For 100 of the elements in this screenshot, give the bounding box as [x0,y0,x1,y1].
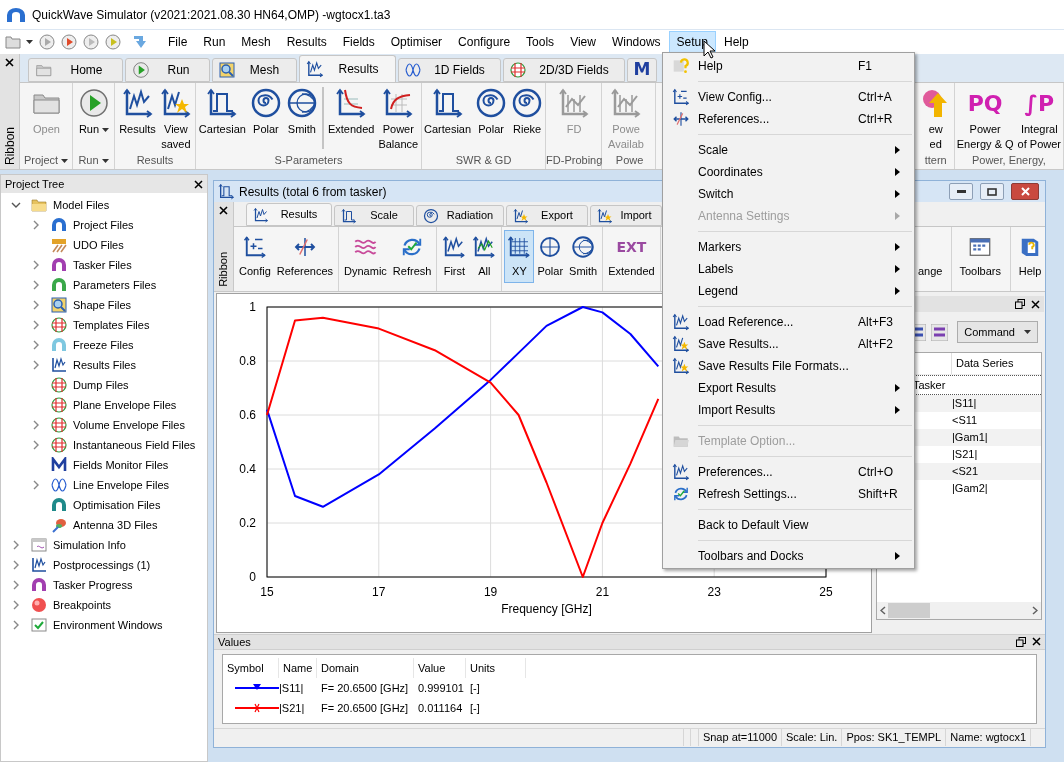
menu-item[interactable]: Scale [663,139,914,161]
ribbon-button[interactable]: PQ Power Energy & Q [954,83,1016,152]
arrow-icon[interactable] [132,34,148,50]
ribbon-button[interactable]: EXT Extended [605,230,658,283]
ribbon-tab[interactable]: Results [246,203,332,226]
ribbon-button[interactable]: Config [236,230,274,283]
horizontal-scrollbar[interactable] [877,602,1041,619]
ribbon-button[interactable]: ∫P Integral of Power [1015,83,1063,152]
ribbon-tab[interactable]: Home [28,58,123,82]
menu-item[interactable]: Windows [603,31,669,53]
menu-item[interactable]: Run [195,31,234,53]
menu-item[interactable]: File [160,31,196,53]
close-icon[interactable] [5,58,14,67]
tree-item[interactable]: Freeze Files [73,336,134,354]
ribbon-tab[interactable]: Radiation [416,205,504,226]
tree-item[interactable]: Tasker Progress [53,576,133,594]
tree-item[interactable]: Results Files [73,356,136,374]
menu-item[interactable]: Setup [668,31,716,53]
menu-item[interactable]: Coordinates [663,161,914,183]
ribbon-button[interactable]: Extended [325,83,377,137]
menu-item[interactable]: Labels [663,258,914,280]
table-cell[interactable]: |Gam2| [952,480,988,497]
tree-item[interactable]: Shape Files [73,296,132,314]
menu-item[interactable]: Mesh [233,31,279,53]
tree-item[interactable]: Tasker Files [73,256,132,274]
tree-item[interactable]: Optimisation Files [73,496,161,514]
ribbon-button[interactable]: ew ed [917,83,954,152]
tree-item[interactable]: Volume Envelope Files [73,416,185,434]
ribbon-tab[interactable]: Scale [334,205,414,226]
menu-item[interactable]: Load Reference... Alt+F3 [663,311,914,333]
ribbon-button[interactable]: Cartesian [196,83,248,137]
close-button[interactable] [1011,183,1039,200]
menu-item[interactable]: Preferences... Ctrl+O [663,461,914,483]
ribbon-button[interactable]: Toolbars [956,230,1004,283]
menu-item[interactable]: Save Results File Formats... [663,355,914,377]
ribbon-button[interactable]: Polar [473,83,510,137]
tree-item[interactable]: Breakpoints [53,596,112,614]
tree-item[interactable]: UDO Files [73,236,124,254]
menu-item[interactable]: Legend [663,280,914,302]
ribbon-button[interactable]: Cartesian [422,83,474,137]
scroll-left-icon[interactable] [880,606,886,615]
ribbon-button[interactable]: View saved [157,83,194,152]
run-control-icon[interactable] [105,34,121,50]
series-icon[interactable] [931,323,949,341]
table-cell[interactable]: |S21| [952,446,978,463]
menu-item[interactable]: Toolbars and Docks [663,545,914,567]
ribbon-button[interactable]: Smith [283,83,320,137]
ribbon-tab[interactable]: Import [590,205,662,226]
menu-item[interactable]: Configure [450,31,519,53]
close-icon[interactable] [1032,637,1041,646]
ribbon-button[interactable]: First [439,230,470,283]
tree-item[interactable]: Postprocessings (1) [53,556,151,574]
tree-item[interactable]: Parameters Files [73,276,157,294]
column-header[interactable]: Value [414,658,466,678]
restore-icon[interactable] [1015,299,1025,309]
tree-item[interactable]: Project Files [73,216,134,234]
ribbon-button[interactable]: Refresh [389,230,435,283]
minimize-button[interactable] [949,183,973,200]
column-header[interactable]: Name [279,658,317,678]
ribbon-tab[interactable]: Export [506,205,588,226]
tree-item[interactable]: Plane Envelope Files [73,396,177,414]
ribbon-tab[interactable]: M [627,58,657,82]
column-header[interactable]: Units [466,658,526,678]
menu-item[interactable]: Help [715,31,757,53]
ribbon-button[interactable]: Polar [534,230,567,283]
run-control-icon[interactable] [39,34,55,50]
ribbon-tab[interactable]: Results [299,55,396,82]
tree-item[interactable]: Templates Files [73,316,150,334]
menu-item[interactable]: Markers [663,236,914,258]
close-icon[interactable] [194,179,203,189]
open-dropdown-button[interactable] [5,35,33,49]
ribbon-button[interactable]: ange [914,230,946,283]
group-row[interactable]: Tasker [913,376,946,394]
menu-item[interactable]: Import Results [663,399,914,421]
ribbon-button[interactable]: Power Balance [376,83,421,152]
column-header[interactable]: Domain [317,658,414,678]
table-cell[interactable]: <S21 [952,463,978,480]
maximize-button[interactable] [980,183,1004,200]
close-icon[interactable] [219,206,228,215]
tree-item[interactable]: Environment Windows [53,616,163,634]
menu-item[interactable]: Tools [518,31,563,53]
menu-item[interactable]: Help F1 [663,55,914,77]
column-header[interactable]: Symbol [223,658,279,678]
ribbon-tab[interactable]: 1D Fields [398,58,501,82]
scroll-right-icon[interactable] [1032,606,1038,615]
command-dropdown[interactable]: Command [957,321,1038,343]
tree-item[interactable]: Simulation Info [53,536,126,554]
menu-item[interactable]: Refresh Settings... Shift+R [663,483,914,505]
menu-item[interactable]: View [562,31,604,53]
menu-item[interactable]: Back to Default View [663,514,914,536]
menu-item[interactable]: References... Ctrl+R [663,108,914,130]
collapse-icon[interactable] [10,200,21,210]
menu-item[interactable]: Export Results [663,377,914,399]
ribbon-button[interactable]: Dynamic [341,230,390,283]
ribbon-tab[interactable]: Run [125,58,210,82]
table-cell[interactable]: <S11 [952,412,978,429]
ribbon-button[interactable]: All [469,230,500,283]
ribbon-button[interactable]: XY [504,230,535,283]
menu-item[interactable]: Fields [334,31,383,53]
restore-icon[interactable] [1016,637,1026,647]
